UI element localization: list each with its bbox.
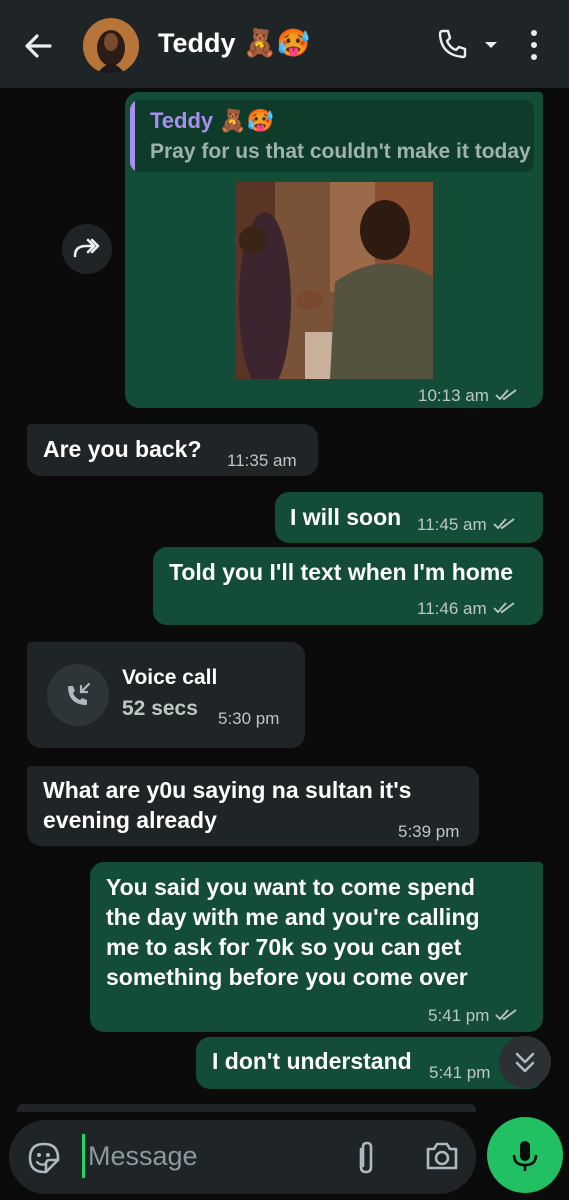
timestamp: 11:45 am [417, 515, 487, 534]
forward-icon [73, 238, 100, 258]
sticker-button[interactable] [26, 1140, 62, 1176]
forward-button[interactable] [62, 224, 112, 274]
voice-record-button[interactable] [487, 1117, 563, 1193]
camera-button[interactable] [424, 1139, 460, 1173]
message-input[interactable] [82, 1134, 332, 1178]
message-time: 10:13 am [418, 386, 519, 407]
paperclip-icon [359, 1141, 373, 1174]
voice-call-bubble[interactable]: Voice call 52 secs 5:30 pm [27, 642, 305, 748]
quoted-text: Pray for us that couldn't make it today [150, 140, 531, 163]
avatar[interactable] [83, 18, 139, 74]
message-bubble-outgoing[interactable]: I will soon 11:45 am [275, 492, 543, 543]
timestamp: 5:39 pm [398, 822, 460, 841]
message-time: 11:46 am [417, 599, 517, 620]
sticker-icon [28, 1142, 60, 1174]
message-text-line: the day with me and you're calling [106, 904, 480, 930]
quoted-author: Teddy 🧸🥵 [150, 108, 275, 133]
phone-icon [438, 29, 467, 59]
message-text-line: something before you come over [106, 964, 468, 990]
more-options-button[interactable] [524, 28, 544, 62]
quoted-message[interactable]: Teddy 🧸🥵 Pray for us that couldn't make … [130, 100, 534, 172]
mic-icon [512, 1141, 538, 1171]
message-text: I will soon [290, 504, 402, 530]
missed-incoming-call-icon [68, 682, 91, 705]
message-time: 11:45 am [417, 515, 517, 536]
timestamp: 5:30 pm [218, 709, 280, 728]
chevron-down-icon [485, 42, 497, 48]
more-vertical-icon [531, 30, 537, 60]
message-text: I don't understand [212, 1048, 412, 1074]
timestamp: 11:35 am [227, 451, 297, 470]
chat-header: Teddy 🧸🥵 [0, 0, 569, 88]
camera-icon [426, 1142, 458, 1170]
timestamp: 5:41 pm [429, 1063, 491, 1082]
read-receipt-icon [495, 1007, 519, 1027]
double-chevron-down-icon [515, 1052, 535, 1073]
read-receipt-icon [492, 516, 517, 536]
message-text: Told you I'll text when I'm home [169, 559, 514, 585]
call-options-dropdown[interactable] [482, 36, 500, 54]
message-bubble-outgoing[interactable]: You said you want to come spend the day … [90, 862, 543, 1032]
call-title: Voice call [122, 666, 218, 689]
read-receipt-icon [492, 600, 517, 620]
message-text-line: evening already [43, 807, 217, 833]
partial-message-bubble [17, 1104, 476, 1112]
message-bubble-outgoing[interactable]: Told you I'll text when I'm home 11:46 a… [153, 547, 543, 625]
message-text: Are you back? [43, 436, 202, 462]
attach-button[interactable] [353, 1139, 379, 1177]
voice-call-button[interactable] [436, 28, 468, 60]
video-thumbnail[interactable] [235, 182, 433, 379]
call-duration: 52 secs [122, 697, 198, 720]
back-arrow-icon [25, 34, 52, 58]
timestamp: 11:46 am [417, 599, 487, 618]
message-bubble-outgoing[interactable]: I don't understand 5:41 pm [196, 1037, 543, 1089]
contact-name[interactable]: Teddy 🧸🥵 [158, 27, 310, 59]
message-text-line: What are y0u saying na sultan it's [43, 777, 412, 803]
message-time: 5:41 pm [428, 1006, 519, 1027]
back-button[interactable] [20, 28, 56, 64]
scroll-to-bottom-button[interactable] [499, 1036, 551, 1088]
timestamp: 10:13 am [418, 386, 489, 405]
message-text-line: me to ask for 70k so you can get [106, 934, 462, 960]
timestamp: 5:41 pm [428, 1006, 490, 1025]
read-receipt-icon [495, 387, 519, 407]
quote-accent-bar [130, 100, 135, 172]
message-bubble-incoming[interactable]: What are y0u saying na sultan it's eveni… [27, 766, 479, 846]
message-text-line: You said you want to come spend [106, 874, 475, 900]
message-bubble-incoming[interactable]: Are you back? 11:35 am [27, 424, 318, 476]
call-icon-circle [47, 664, 109, 726]
